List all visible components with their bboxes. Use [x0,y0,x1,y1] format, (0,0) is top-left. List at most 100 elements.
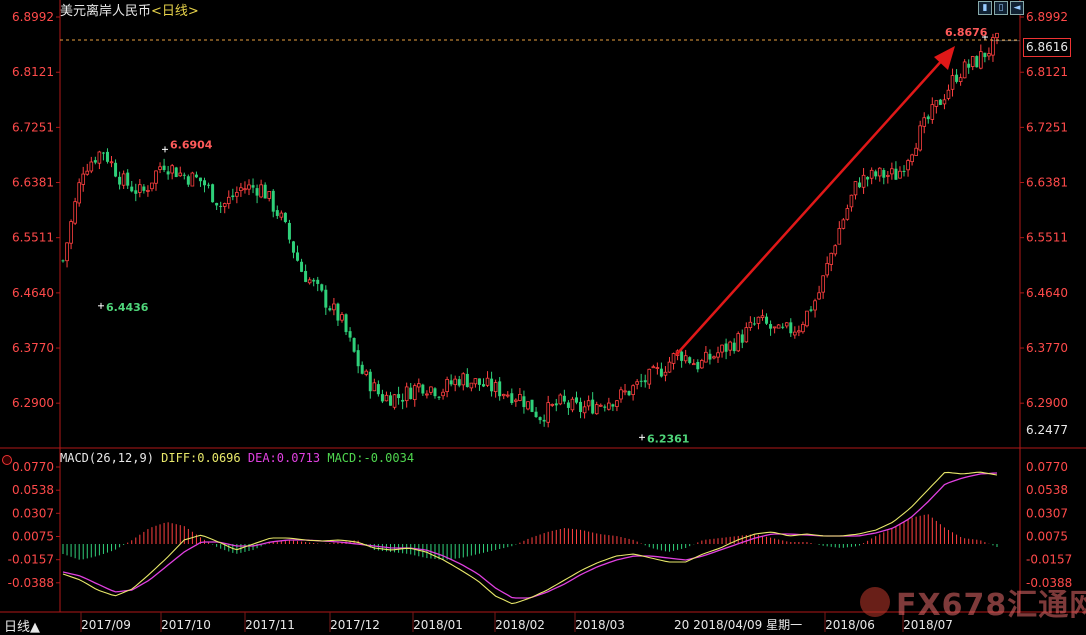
candle-body-down [105,151,109,162]
candle-body-down [356,350,360,367]
macd-header: MACD(26,12,9) DIFF:0.0696 DEA:0.0713 MAC… [60,451,414,465]
candle-body-down [740,334,744,343]
candle-body-up [683,355,688,362]
y-tick-label-left: 6.2900 [12,396,54,410]
candle-body-down [287,222,291,240]
candle-body-down [211,184,215,203]
x-tick-label: 2017/12 [330,618,380,632]
candle-body-up [97,151,102,164]
candle-body-up [962,61,967,79]
candle-body-down [482,384,486,387]
macd-title: MACD(26,12,9) [60,451,154,465]
candle-body-down [126,172,130,186]
candle-body-down [680,351,684,361]
candle-body-up [797,330,801,333]
candle-body-up [154,170,158,184]
candle-body-down [938,99,942,105]
annotations: 6.6904 6.4436 6.2361 6.8676 [60,26,1020,445]
candle-body-up [558,394,563,405]
y-tick-label-left: 6.7251 [12,120,54,134]
candle-body-up [505,394,510,397]
candle-body-down [401,399,405,402]
macd-tick-right: -0.0157 [1026,553,1072,567]
candle-body-down [312,279,316,282]
macd-tick-right: 0.0075 [1026,530,1068,544]
back-arrow-icon[interactable]: ◄ [1010,1,1024,15]
candle-body-down [542,419,546,422]
candle-body-up [837,228,842,245]
candle-body-up [417,383,421,388]
candle-body-up [267,191,272,199]
y-tick-label-right: 6.3770 [1026,341,1068,355]
candle-body-up [259,184,263,198]
candle-body-up [631,385,635,395]
candle-body-up [425,393,429,396]
x-axis: 2017/09 2017/10 2017/11 2017/12 2018/01 2018/… [80,612,953,632]
candle-body-up [586,400,591,407]
candle-body-up [226,196,231,204]
macd-value: MACD:-0.0034 [327,451,415,465]
y-tick-label-right: 6.4640 [1026,286,1068,300]
candle-body-up [85,170,90,175]
candle-body-up [841,219,846,229]
candle-body-up [190,172,195,187]
macd-tick-right: 0.0307 [1026,506,1068,520]
axes [0,0,1086,613]
macd-tick-left: 0.0538 [12,483,54,497]
candle-body-down [696,361,700,370]
candle-body-down [983,52,987,58]
candle-body-down [603,406,607,408]
y-extra-label: 6.2477 [1026,423,1068,437]
bar-chart-icon[interactable]: ▮ [978,1,992,15]
indicator-dot-icon[interactable] [2,455,12,465]
dea-value: DEA:0.0713 [247,451,321,465]
candle-body-up [825,263,829,276]
candle-body-down [477,378,481,385]
candle-body-up [886,174,890,177]
candle-body-up [243,188,247,191]
candle-body-down [765,316,769,324]
y-tick-label-left: 6.8992 [12,10,54,24]
candle-body-down [659,368,663,377]
candle-body-up [598,404,603,407]
candle-icon[interactable]: ▯ [994,1,1008,15]
period-tab[interactable]: 日线▲ [4,616,40,635]
candle-body-down [894,168,898,180]
candle-body-up [384,394,389,402]
candle-body-up [995,32,999,39]
candle-body-down [376,384,380,395]
candle-body-down [61,260,65,262]
candle-body-up [817,292,821,300]
candle-body-down [348,331,352,338]
candle-body-up [222,203,227,207]
macd-tick-left: -0.0388 [8,576,54,590]
candle-body-up [146,190,150,192]
annotation-label: 6.2361 [647,432,689,445]
candle-body-up [81,173,86,185]
candle-body-up [910,154,914,163]
candle-body-down [457,379,461,386]
period-label[interactable]: <日线> [151,4,199,19]
candle-body-up [77,182,81,204]
diff-line [62,471,998,605]
candle-body-down [352,338,356,352]
candle-body-up [518,394,522,401]
candle-body-up [861,174,866,188]
candle-body-up [934,100,939,107]
candle-body-down [320,284,324,291]
candle-body-up [890,168,894,175]
candle-body-down [397,394,401,399]
candle-body-up [853,181,858,196]
candle-body-down [566,402,570,408]
candle-body-up [109,161,114,164]
y-tick-label-right: 6.6381 [1026,176,1068,190]
candle-body-down [574,397,578,403]
candle-body-up [813,300,817,311]
chart-canvas[interactable]: 6.8992 6.8992 6.8121 6.8121 6.7251 6.7251 6.63… [0,0,1086,633]
y-tick-label-right: 6.8121 [1026,65,1068,79]
candle-body-down [336,303,340,321]
candle-body-up [635,381,639,385]
candle-body-up [445,379,449,392]
candle-body-down [975,56,979,68]
candle-body-up [958,77,963,82]
